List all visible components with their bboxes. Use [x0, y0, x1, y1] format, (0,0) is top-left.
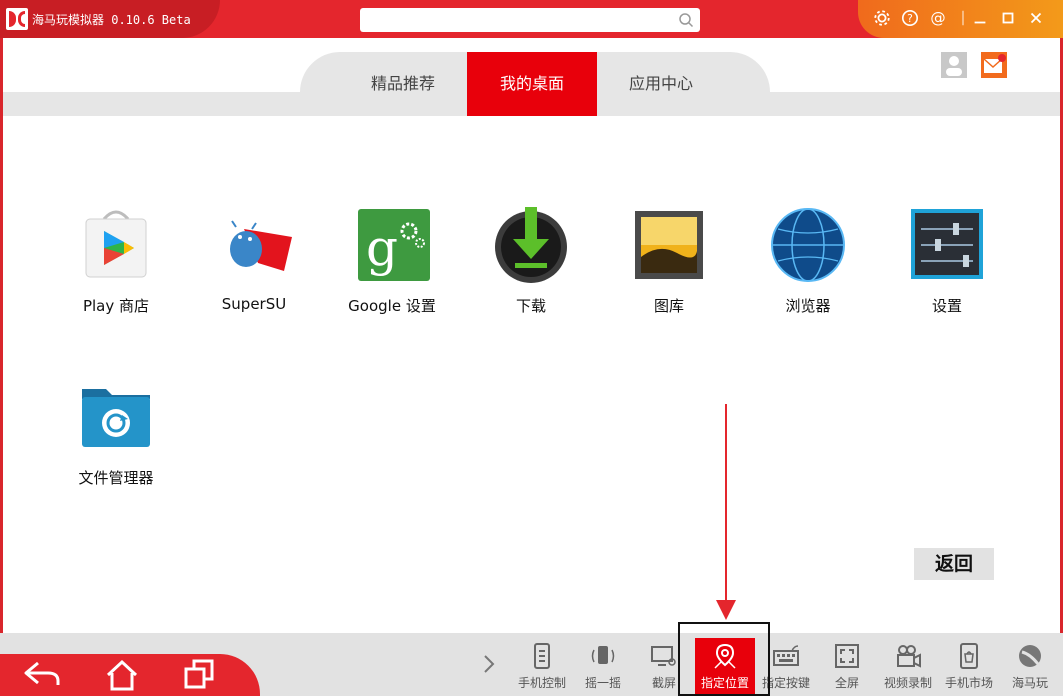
tool-label: 海马玩 — [1011, 676, 1048, 690]
highlight-box-annotation — [678, 622, 770, 696]
app-google-settings[interactable]: g Google 设置 — [327, 207, 457, 316]
app-label: SuperSU — [221, 295, 287, 313]
tool-label: 全屏 — [834, 676, 859, 690]
app-downloads[interactable]: 下载 — [466, 207, 596, 316]
at-icon[interactable]: @ — [928, 9, 948, 29]
app-play-store[interactable]: Play 商店 — [51, 207, 181, 316]
tool-label: 摇一摇 — [584, 676, 621, 690]
shake-icon — [591, 646, 615, 664]
play-store-icon — [85, 210, 147, 278]
chevron-right-icon[interactable] — [480, 652, 498, 676]
divider — [954, 9, 964, 29]
window-controls: ? @ — [858, 0, 1063, 38]
tool-haimawan[interactable]: 海马玩 — [1000, 638, 1060, 696]
tab-featured[interactable]: 精品推荐 — [338, 52, 468, 116]
tool-shake[interactable]: 摇一摇 — [573, 638, 633, 696]
app-logo-icon — [6, 8, 28, 30]
download-icon — [495, 207, 567, 283]
search-input[interactable] — [368, 8, 672, 32]
tool-fullscreen[interactable]: 全屏 — [817, 638, 877, 696]
svg-text:g: g — [366, 219, 398, 277]
screenshot-icon — [651, 646, 676, 666]
app-supersu[interactable]: SuperSU — [189, 207, 319, 313]
app-label: Play 商店 — [82, 297, 150, 315]
tab-my-desktop[interactable]: 我的桌面 — [467, 52, 597, 116]
app-label: 设置 — [931, 297, 962, 315]
app-label: 浏览器 — [785, 297, 831, 315]
gallery-icon — [635, 211, 703, 279]
keyboard-icon — [773, 645, 799, 666]
folder-icon — [82, 389, 150, 447]
app-label: 下载 — [515, 297, 546, 315]
tool-label: 手机控制 — [517, 676, 566, 690]
app-label: Google 设置 — [348, 297, 436, 315]
tool-video-record[interactable]: 视频录制 — [878, 638, 938, 696]
search-icon[interactable] — [678, 12, 694, 28]
tool-label: 视频录制 — [883, 676, 932, 690]
app-file-manager[interactable]: 文件管理器 — [51, 379, 181, 488]
app-label: 文件管理器 — [78, 469, 154, 487]
settings-sliders-icon — [911, 209, 983, 279]
mail-icon[interactable] — [981, 52, 1007, 78]
market-icon — [960, 643, 978, 669]
tool-phone-market[interactable]: 手机市场 — [939, 638, 999, 696]
tool-label: 手机市场 — [944, 676, 993, 690]
tool-phone-control[interactable]: 手机控制 — [512, 638, 572, 696]
red-arrow-annotation — [716, 404, 736, 620]
home-icon[interactable] — [102, 657, 142, 693]
google-settings-icon: g — [358, 209, 430, 281]
phone-control-icon — [534, 643, 550, 669]
svg-text:@: @ — [930, 9, 945, 27]
app-settings[interactable]: 设置 — [882, 207, 1012, 316]
tab-app-center[interactable]: 应用中心 — [596, 52, 726, 116]
title-bar: 海马玩模拟器 0.10.6 Beta ? @ — [0, 0, 1063, 38]
fullscreen-icon — [835, 644, 859, 668]
supersu-icon — [230, 220, 292, 271]
maximize-icon[interactable] — [998, 9, 1018, 29]
help-icon[interactable]: ? — [900, 9, 920, 29]
app-label: 图库 — [653, 297, 684, 315]
search-box[interactable] — [360, 8, 700, 32]
close-icon[interactable] — [1026, 9, 1046, 29]
back-arrow-icon[interactable] — [22, 657, 62, 693]
app-title: 海马玩模拟器 0.10.6 Beta — [32, 13, 191, 27]
svg-text:?: ? — [907, 12, 913, 25]
app-gallery[interactable]: 图库 — [604, 207, 734, 316]
gear-icon[interactable] — [872, 9, 892, 29]
video-record-icon — [897, 645, 921, 668]
user-avatar-icon[interactable] — [941, 52, 967, 78]
recent-apps-icon[interactable] — [180, 657, 220, 693]
minimize-icon[interactable] — [970, 9, 990, 29]
app-browser[interactable]: 浏览器 — [743, 207, 873, 316]
haimawan-icon — [1019, 645, 1041, 667]
globe-icon — [771, 208, 845, 282]
back-button[interactable]: 返回 — [914, 548, 994, 580]
